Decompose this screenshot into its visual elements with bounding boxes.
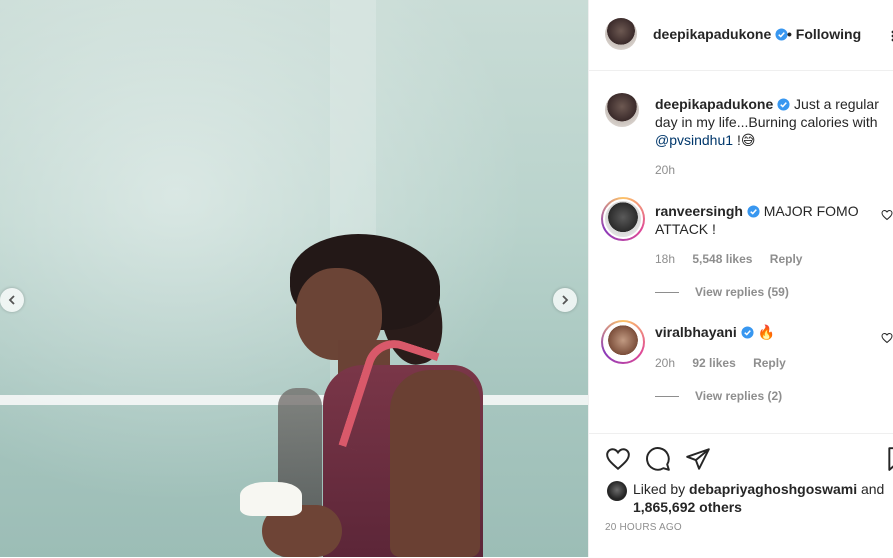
comment-meta: 20h 92 likes Reply xyxy=(655,356,800,370)
chevron-left-icon xyxy=(8,295,15,305)
follow-status[interactable]: • Following xyxy=(787,26,861,42)
chevron-right-icon xyxy=(562,295,569,305)
commenter-photo xyxy=(603,322,643,362)
replies-divider xyxy=(655,396,679,398)
commenter-avatar[interactable] xyxy=(601,320,645,364)
comment-icon[interactable] xyxy=(645,446,671,472)
comment-reply-button[interactable]: Reply xyxy=(753,356,786,370)
post-photo[interactable] xyxy=(0,0,588,557)
likes-summary: Liked by debapriyaghoshgoswami and 1,865… xyxy=(633,480,888,516)
likes-prefix: Liked by xyxy=(633,481,686,497)
post-timestamp[interactable]: 20 HOURS AGO xyxy=(605,522,682,533)
caption-mention-link[interactable]: @pvsindhu1 xyxy=(655,132,733,148)
verified-badge-icon xyxy=(747,205,760,218)
commenter-photo xyxy=(603,199,643,239)
replies-divider xyxy=(655,292,679,294)
comment-text: ranveersingh MAJOR FOMO ATTACK ! xyxy=(655,202,887,238)
heart-icon[interactable] xyxy=(605,446,631,472)
liker-avatar[interactable] xyxy=(607,481,627,501)
commenter-avatar[interactable] xyxy=(601,197,645,241)
post-actions: Liked by debapriyaghoshgoswami and 1,865… xyxy=(589,433,893,558)
carousel-next-button[interactable] xyxy=(553,288,577,312)
view-replies-text[interactable]: View replies (59) xyxy=(695,285,789,299)
commenter-username[interactable]: ranveersingh xyxy=(655,203,743,219)
caption-time: 20h xyxy=(655,163,689,177)
following-button[interactable]: Following xyxy=(796,26,861,42)
comment-like-heart-icon[interactable] xyxy=(881,332,893,344)
view-replies-button[interactable]: View replies (59) xyxy=(655,285,789,299)
author-name-text[interactable]: deepikapadukone xyxy=(653,26,771,42)
share-icon[interactable] xyxy=(685,446,711,472)
comment-time: 18h xyxy=(655,252,676,266)
more-options-icon[interactable] xyxy=(887,30,893,42)
post-header: deepikapadukone • Following xyxy=(589,0,893,71)
verified-badge-icon xyxy=(741,326,754,339)
likes-and: and xyxy=(860,481,885,497)
player-arm xyxy=(390,370,480,557)
view-replies-button[interactable]: View replies (2) xyxy=(655,389,782,403)
comment-meta: 18h 5,548 likes Reply xyxy=(655,252,816,266)
comment-reply-button[interactable]: Reply xyxy=(770,252,803,266)
commenter-username[interactable]: viralbhayani xyxy=(655,324,737,340)
liker-username[interactable]: debapriyaghoshgoswami xyxy=(689,481,857,497)
comment-likes[interactable]: 92 likes xyxy=(692,356,735,370)
caption-avatar[interactable] xyxy=(605,93,639,127)
verified-badge-icon xyxy=(777,98,790,111)
comment-likes[interactable]: 5,548 likes xyxy=(692,252,752,266)
bookmark-icon[interactable] xyxy=(885,446,893,472)
caption-text: deepikapadukone Just a regular day in my… xyxy=(655,95,887,149)
post-sidebar: deepikapadukone • Following deepikapaduk… xyxy=(588,0,893,557)
carousel-prev-button[interactable] xyxy=(0,288,24,312)
caption-emoji: 😅 xyxy=(740,132,756,148)
caption-username[interactable]: deepikapadukone xyxy=(655,96,773,112)
shuttlecocks xyxy=(240,482,302,516)
follow-separator: • xyxy=(787,26,792,42)
comment-time: 20h xyxy=(655,356,676,370)
author-avatar[interactable] xyxy=(605,18,637,50)
caption-time-text: 20h xyxy=(655,163,676,177)
view-replies-text[interactable]: View replies (2) xyxy=(695,389,782,403)
comment-text: viralbhayani 🔥 xyxy=(655,323,887,341)
author-username[interactable]: deepikapadukone xyxy=(653,26,788,42)
comment-like-heart-icon[interactable] xyxy=(881,209,893,221)
likes-count-link[interactable]: 1,865,692 others xyxy=(633,499,742,515)
comment-body: 🔥 xyxy=(757,324,775,340)
